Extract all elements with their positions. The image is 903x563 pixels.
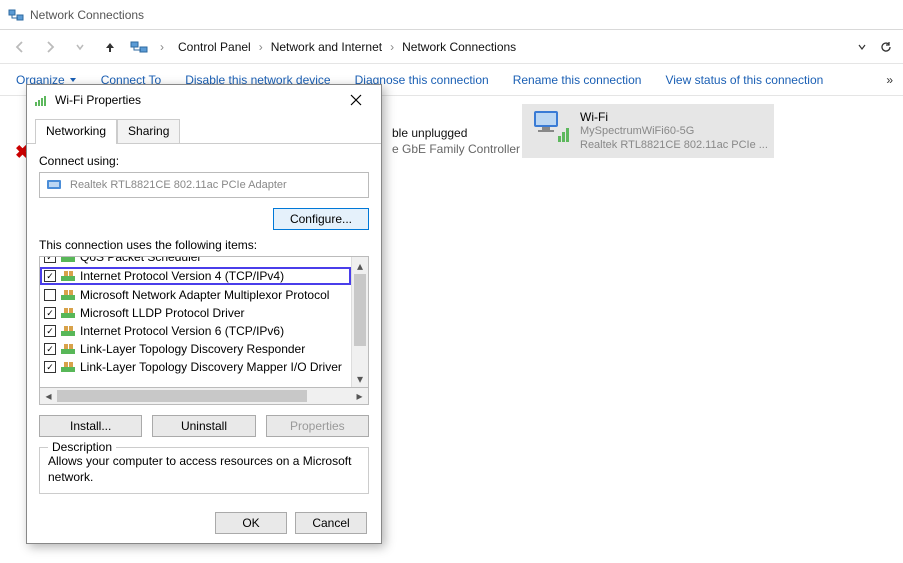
- breadcrumb-chevron-icon: ›: [253, 40, 269, 54]
- close-button[interactable]: [337, 87, 375, 113]
- list-item: ✓ Microsoft LLDP Protocol Driver: [40, 304, 351, 322]
- uninstall-button[interactable]: Uninstall: [152, 415, 255, 437]
- scroll-down-button[interactable]: ▾: [352, 370, 368, 387]
- connect-using-label: Connect using:: [39, 154, 369, 168]
- cancel-button[interactable]: Cancel: [295, 512, 367, 534]
- breadcrumb[interactable]: Control Panel › Network and Internet › N…: [172, 35, 849, 59]
- description-groupbox: Description Allows your computer to acce…: [39, 447, 369, 494]
- window-titlebar: Network Connections: [0, 0, 903, 30]
- scroll-left-button[interactable]: ◂: [40, 388, 57, 404]
- description-text: Allows your computer to access resources…: [48, 454, 360, 485]
- list-item: ✓ Link-Layer Topology Discovery Mapper I…: [40, 358, 351, 376]
- scroll-right-button[interactable]: ▸: [351, 388, 368, 404]
- overflow-chevron-icon[interactable]: »: [886, 73, 893, 87]
- tab-sharing[interactable]: Sharing: [117, 119, 180, 143]
- protocol-icon: [61, 343, 75, 355]
- checkbox[interactable]: ✓: [44, 343, 56, 355]
- location-icon[interactable]: [130, 38, 148, 56]
- refresh-button[interactable]: [875, 36, 897, 58]
- protocol-icon: [61, 270, 75, 282]
- nav-toolbar: › Control Panel › Network and Internet ›…: [0, 30, 903, 64]
- list-item: ✓ Internet Protocol Version 6 (TCP/IPv6): [40, 322, 351, 340]
- connection-items-list[interactable]: ✓ QoS Packet Scheduler ✓ Internet Protoc…: [39, 256, 369, 388]
- nav-up-button[interactable]: [96, 34, 124, 60]
- list-item: ✓ QoS Packet Scheduler: [40, 257, 351, 266]
- adapter-name-label: Wi-Fi: [580, 110, 768, 125]
- network-connections-icon: [8, 7, 24, 23]
- list-item-label: Internet Protocol Version 4 (TCP/IPv4): [80, 269, 284, 283]
- wifi-properties-dialog: Wi-Fi Properties Networking Sharing Conn…: [26, 84, 382, 544]
- list-item-label: Microsoft Network Adapter Multiplexor Pr…: [80, 288, 329, 302]
- install-button[interactable]: Install...: [39, 415, 142, 437]
- vertical-scrollbar[interactable]: ▴ ▾: [351, 257, 368, 387]
- dialog-title: Wi-Fi Properties: [55, 93, 337, 107]
- checkbox[interactable]: ✓: [44, 361, 56, 373]
- dialog-titlebar[interactable]: Wi-Fi Properties: [27, 85, 381, 115]
- checkbox[interactable]: ✓: [44, 325, 56, 337]
- partial-text-line1: ble unplugged: [392, 126, 467, 140]
- connect-using-value: Realtek RTL8821CE 802.11ac PCIe Adapter: [70, 179, 287, 191]
- protocol-icon: [61, 361, 75, 373]
- properties-button[interactable]: Properties: [266, 415, 369, 437]
- breadcrumb-chevron-icon[interactable]: ›: [154, 40, 170, 54]
- items-label: This connection uses the following items…: [39, 238, 369, 252]
- protocol-icon: [61, 307, 75, 319]
- protocol-icon: [61, 325, 75, 337]
- list-item-label: Microsoft LLDP Protocol Driver: [80, 306, 245, 320]
- horizontal-scrollbar[interactable]: ◂ ▸: [39, 388, 369, 405]
- view-status-command[interactable]: View status of this connection: [665, 73, 823, 87]
- nav-back-button[interactable]: [6, 34, 34, 60]
- breadcrumb-item[interactable]: Network and Internet: [269, 40, 384, 54]
- scroll-thumb[interactable]: [354, 274, 366, 346]
- checkbox[interactable]: [44, 289, 56, 301]
- breadcrumb-item[interactable]: Network Connections: [400, 40, 518, 54]
- window-title: Network Connections: [30, 8, 144, 22]
- scroll-thumb[interactable]: [57, 390, 307, 402]
- nic-icon: [46, 177, 64, 193]
- adapter-wifi-item[interactable]: Wi-Fi MySpectrumWiFi60-5G Realtek RTL882…: [522, 104, 774, 158]
- nav-forward-button[interactable]: [36, 34, 64, 60]
- list-item-ipv4: ✓ Internet Protocol Version 4 (TCP/IPv4): [40, 267, 351, 285]
- configure-button[interactable]: Configure...: [273, 208, 369, 230]
- protocol-icon: [61, 257, 75, 263]
- list-item-label: Internet Protocol Version 6 (TCP/IPv6): [80, 324, 284, 338]
- partial-text-line2: e GbE Family Controller: [392, 142, 520, 156]
- dialog-tabs: Networking Sharing: [27, 113, 381, 144]
- rename-command[interactable]: Rename this connection: [513, 73, 642, 87]
- tab-networking[interactable]: Networking: [35, 119, 117, 144]
- list-item: ✓ Link-Layer Topology Discovery Responde…: [40, 340, 351, 358]
- checkbox[interactable]: ✓: [44, 307, 56, 319]
- adapter-wifi-icon: [528, 108, 572, 146]
- address-dropdown-button[interactable]: [851, 36, 873, 58]
- wifi-properties-icon: [33, 92, 49, 108]
- list-item-label: QoS Packet Scheduler: [80, 257, 201, 264]
- checkbox[interactable]: ✓: [44, 257, 56, 263]
- scroll-up-button[interactable]: ▴: [352, 257, 368, 274]
- list-item: Microsoft Network Adapter Multiplexor Pr…: [40, 286, 351, 304]
- description-label: Description: [48, 440, 116, 454]
- breadcrumb-item[interactable]: Control Panel: [176, 40, 253, 54]
- adapter-hw-label: Realtek RTL8821CE 802.11ac PCIe ...: [580, 139, 768, 153]
- nav-recent-dropdown[interactable]: [66, 34, 94, 60]
- protocol-icon: [61, 289, 75, 301]
- list-item-label: Link-Layer Topology Discovery Responder: [80, 342, 305, 356]
- adapter-ssid-label: MySpectrumWiFi60-5G: [580, 125, 768, 139]
- checkbox[interactable]: ✓: [44, 270, 56, 282]
- ok-button[interactable]: OK: [215, 512, 287, 534]
- connect-using-field[interactable]: Realtek RTL8821CE 802.11ac PCIe Adapter: [39, 172, 369, 198]
- list-item-label: Link-Layer Topology Discovery Mapper I/O…: [80, 360, 342, 374]
- breadcrumb-chevron-icon: ›: [384, 40, 400, 54]
